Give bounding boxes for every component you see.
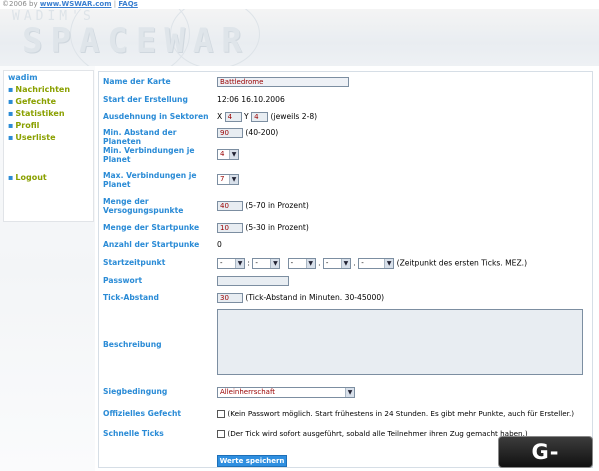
sidebar-item-profil[interactable]: ▪ Profil xyxy=(4,120,93,132)
max-connections-value: 7 xyxy=(220,175,225,183)
sidebar-item-logout[interactable]: ▪ Logout xyxy=(4,172,93,184)
extent-x-input[interactable]: 4 xyxy=(224,112,242,122)
gnews-watermark-logo: G-NEWS xyxy=(498,436,593,471)
official-checkbox[interactable] xyxy=(217,410,225,418)
chevron-down-icon: ▼ xyxy=(270,259,280,268)
start-time-minute-select[interactable]: - ▼ xyxy=(252,258,281,269)
start-time-year-select[interactable]: - ▼ xyxy=(358,258,395,269)
sidebar-item-label: Statistiken xyxy=(15,109,65,118)
sidebar-item-nachrichten[interactable]: ▪ Nachrichten xyxy=(4,84,93,96)
sidebar-item-gefechte[interactable]: ▪ Gefechte xyxy=(4,96,93,108)
fast-label: Schnelle Ticks xyxy=(103,429,164,438)
sidebar-item-statistiken[interactable]: ▪ Statistiken xyxy=(4,108,93,120)
victory-select[interactable]: Alleinherrschaft ▼ xyxy=(217,387,355,398)
sidebar-item-label: Profil xyxy=(15,121,40,130)
sidebar-nav: wadim ▪ Nachrichten ▪ Gefechte ▪ Statistike… xyxy=(3,70,94,222)
max-connections-select[interactable]: 7 ▼ xyxy=(217,174,239,185)
password-input[interactable] xyxy=(217,276,289,286)
bullet-icon: ▪ xyxy=(8,85,14,94)
start-time-month-value: - xyxy=(325,259,329,267)
start-label: Start der Erstellung xyxy=(103,95,188,104)
min-distance-input[interactable]: 90 xyxy=(217,128,243,138)
map-name-label: Name der Karte xyxy=(103,77,171,86)
tick-hint: (Tick-Abstand in Minuten. 30-45000) xyxy=(245,293,385,302)
extent-x-label: X xyxy=(217,112,223,121)
victory-label: Siegbedingung xyxy=(103,387,168,396)
max-connections-label: Max. Verbindungen je Planet xyxy=(103,171,197,189)
logo-spacewar: SPACEWAR xyxy=(22,21,250,61)
start-count-label: Anzahl der Startpunke xyxy=(103,240,200,249)
min-distance-hint: (40-200) xyxy=(245,128,279,137)
sidebar-item-label: Nachrichten xyxy=(15,85,71,94)
chevron-down-icon: ▼ xyxy=(235,259,244,268)
min-connections-value: 4 xyxy=(220,150,225,158)
chevron-down-icon: ▼ xyxy=(305,259,315,268)
extent-y-input[interactable]: 4 xyxy=(251,112,269,122)
chevron-down-icon: ▼ xyxy=(345,388,354,397)
bullet-icon: ▪ xyxy=(8,121,14,130)
create-map-form: Name der Karte Battledrome Start der Ers… xyxy=(98,71,593,468)
dot-separator: . xyxy=(353,258,356,268)
start-points-hint: (5-30 in Prozent) xyxy=(245,223,309,232)
bullet-icon: ▪ xyxy=(8,133,14,142)
start-time-day-value: - xyxy=(290,259,294,267)
extent-y-label: Y xyxy=(244,112,249,121)
faq-link[interactable]: FAQs xyxy=(118,0,138,8)
chevron-down-icon: ▼ xyxy=(384,259,394,268)
chevron-down-icon: ▼ xyxy=(229,175,238,184)
start-points-input[interactable]: 10 xyxy=(217,223,243,233)
min-connections-label: Min. Verbindungen je Planet xyxy=(103,146,195,164)
bullet-icon: ▪ xyxy=(8,109,14,118)
fast-hint: (Der Tick wird sofort ausgeführt, sobald… xyxy=(227,429,528,438)
supply-hint: (5-70 in Prozent) xyxy=(245,201,309,210)
min-connections-select[interactable]: 4 ▼ xyxy=(217,149,239,160)
start-time-hint: (Zeitpunkt des ersten Ticks. MEZ.) xyxy=(396,258,528,268)
supply-label: Menge der Versogungspunkte xyxy=(103,197,184,215)
description-label: Beschreibung xyxy=(103,340,162,349)
save-button[interactable]: Werte speichern xyxy=(217,455,287,467)
extent-label: Ausdehnung in Sektoren xyxy=(103,112,209,121)
top-bar: ©2006 by www.WSWAR.com | FAQs xyxy=(0,0,599,9)
start-time-day-select[interactable]: - ▼ xyxy=(287,258,316,269)
extent-hint: (jeweils 2-8) xyxy=(270,112,318,121)
start-points-label: Menge der Startpunke xyxy=(103,223,200,232)
site-link[interactable]: www.WSWAR.com xyxy=(40,0,112,8)
fast-checkbox[interactable] xyxy=(217,430,225,438)
sidebar-item-userliste[interactable]: ▪ Userliste xyxy=(4,132,93,144)
header-banner: WADIM'S SPACEWAR xyxy=(0,9,599,66)
chevron-down-icon: ▼ xyxy=(229,150,238,159)
tick-input[interactable]: 30 xyxy=(217,293,243,303)
copyright-text: ©2006 by xyxy=(2,0,40,8)
sidebar-item-label: Gefechte xyxy=(15,97,57,106)
tick-label: Tick-Abstand xyxy=(103,293,159,302)
bullet-icon: ▪ xyxy=(8,97,14,106)
sidebar-item-label: Userliste xyxy=(15,133,56,142)
sidebar-item-label: Logout xyxy=(15,173,47,182)
min-distance-label: Min. Abstand der Planeten xyxy=(103,128,177,146)
colon-separator: : xyxy=(247,258,250,268)
start-time-minute-value: - xyxy=(255,259,258,267)
map-name-input[interactable]: Battledrome xyxy=(217,77,349,87)
password-label: Passwort xyxy=(103,276,143,285)
bullet-icon: ▪ xyxy=(8,173,14,182)
start-time-label: Startzeitpunkt xyxy=(103,258,166,267)
description-textarea[interactable] xyxy=(217,309,583,375)
start-time-hour-value: - xyxy=(220,259,223,267)
start-value: 12:06 16.10.2006 xyxy=(217,95,285,104)
start-count-value: 0 xyxy=(217,240,222,249)
username: wadim xyxy=(8,73,38,82)
victory-value: Alleinherrschaft xyxy=(220,388,276,396)
dot-separator: . xyxy=(318,258,321,268)
official-label: Offizielles Gefecht xyxy=(103,409,181,418)
official-hint: (Kein Passwort möglich. Start frühestens… xyxy=(227,409,575,418)
supply-input[interactable]: 40 xyxy=(217,201,243,211)
start-time-hour-select[interactable]: - ▼ xyxy=(217,258,245,269)
start-time-year-value: - xyxy=(361,259,364,267)
start-time-month-select[interactable]: - ▼ xyxy=(322,258,351,269)
chevron-down-icon: ▼ xyxy=(340,259,350,268)
